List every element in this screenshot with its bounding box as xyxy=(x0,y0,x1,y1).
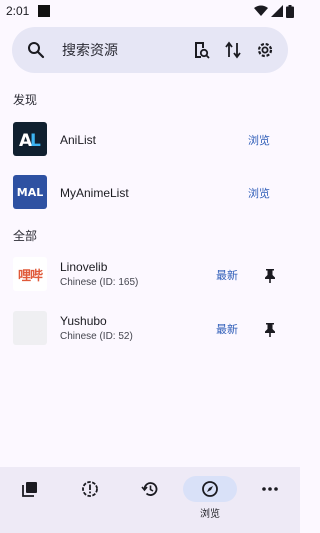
settings-icon[interactable] xyxy=(254,39,276,61)
history-icon xyxy=(141,482,158,496)
status-bar: 2:01 xyxy=(0,0,300,22)
tracker-row-anilist[interactable]: AL AniList 浏览 xyxy=(0,113,300,165)
nav-pill-active xyxy=(183,476,237,502)
migrate-icon[interactable] xyxy=(222,39,244,61)
notification-icon xyxy=(38,5,51,17)
section-title-discover: 发现 xyxy=(13,93,38,107)
nav-pill xyxy=(3,476,57,502)
library-icon xyxy=(22,482,37,497)
nav-library[interactable] xyxy=(0,467,60,533)
tracker-name: MyAnimeList xyxy=(60,186,129,200)
nav-pill xyxy=(123,476,177,502)
nav-pill xyxy=(63,476,117,502)
search-bar[interactable]: 搜索资源 xyxy=(12,27,288,73)
wifi-icon xyxy=(254,5,268,16)
tracker-row-myanimelist[interactable]: MAL MyAnimeList 浏览 xyxy=(0,166,300,218)
nav-more[interactable] xyxy=(240,467,300,533)
browse-button[interactable]: 浏览 xyxy=(248,185,270,201)
search-icon[interactable] xyxy=(26,40,46,60)
section-title-all: 全部 xyxy=(13,229,38,243)
nav-pill xyxy=(243,476,297,502)
tile-text: 哩哔 xyxy=(17,268,43,284)
browse-icon xyxy=(202,481,218,497)
source-name: Linovelib xyxy=(60,260,108,274)
source-meta: Chinese (ID: 165) xyxy=(60,277,139,288)
pin-icon[interactable] xyxy=(262,321,278,337)
svg-text:L: L xyxy=(30,131,41,149)
myanimelist-logo: MAL xyxy=(13,175,47,209)
source-row-yushubo[interactable]: Yushubo Chinese (ID: 52) 最新 xyxy=(0,302,300,354)
yushubo-logo xyxy=(13,311,47,345)
nav-updates[interactable] xyxy=(60,467,120,533)
latest-button[interactable]: 最新 xyxy=(216,321,238,337)
signal-icon xyxy=(271,5,283,17)
status-indicators xyxy=(254,4,294,18)
linovelib-logo: 哩哔 xyxy=(13,257,47,291)
tracker-name: AniList xyxy=(60,133,97,147)
anilist-logo: AL xyxy=(13,122,47,156)
bottom-navigation: 浏览 xyxy=(0,467,300,533)
updates-icon xyxy=(82,481,98,497)
nav-history[interactable] xyxy=(120,467,180,533)
pin-icon[interactable] xyxy=(262,267,278,283)
global-search-icon[interactable] xyxy=(190,39,212,61)
search-input[interactable]: 搜索资源 xyxy=(62,40,180,60)
latest-button[interactable]: 最新 xyxy=(216,267,238,283)
browse-button[interactable]: 浏览 xyxy=(248,132,270,148)
nav-label-browse: 浏览 xyxy=(200,509,220,520)
status-time: 2:01 xyxy=(6,4,30,18)
more-icon xyxy=(262,487,278,491)
source-name: Yushubo xyxy=(60,314,107,328)
nav-browse[interactable]: 浏览 xyxy=(180,467,240,533)
source-meta: Chinese (ID: 52) xyxy=(60,331,133,342)
source-row-linovelib[interactable]: 哩哔 Linovelib Chinese (ID: 165) 最新 xyxy=(0,248,300,300)
tile-text: MAL xyxy=(16,185,44,199)
battery-icon xyxy=(286,4,294,18)
